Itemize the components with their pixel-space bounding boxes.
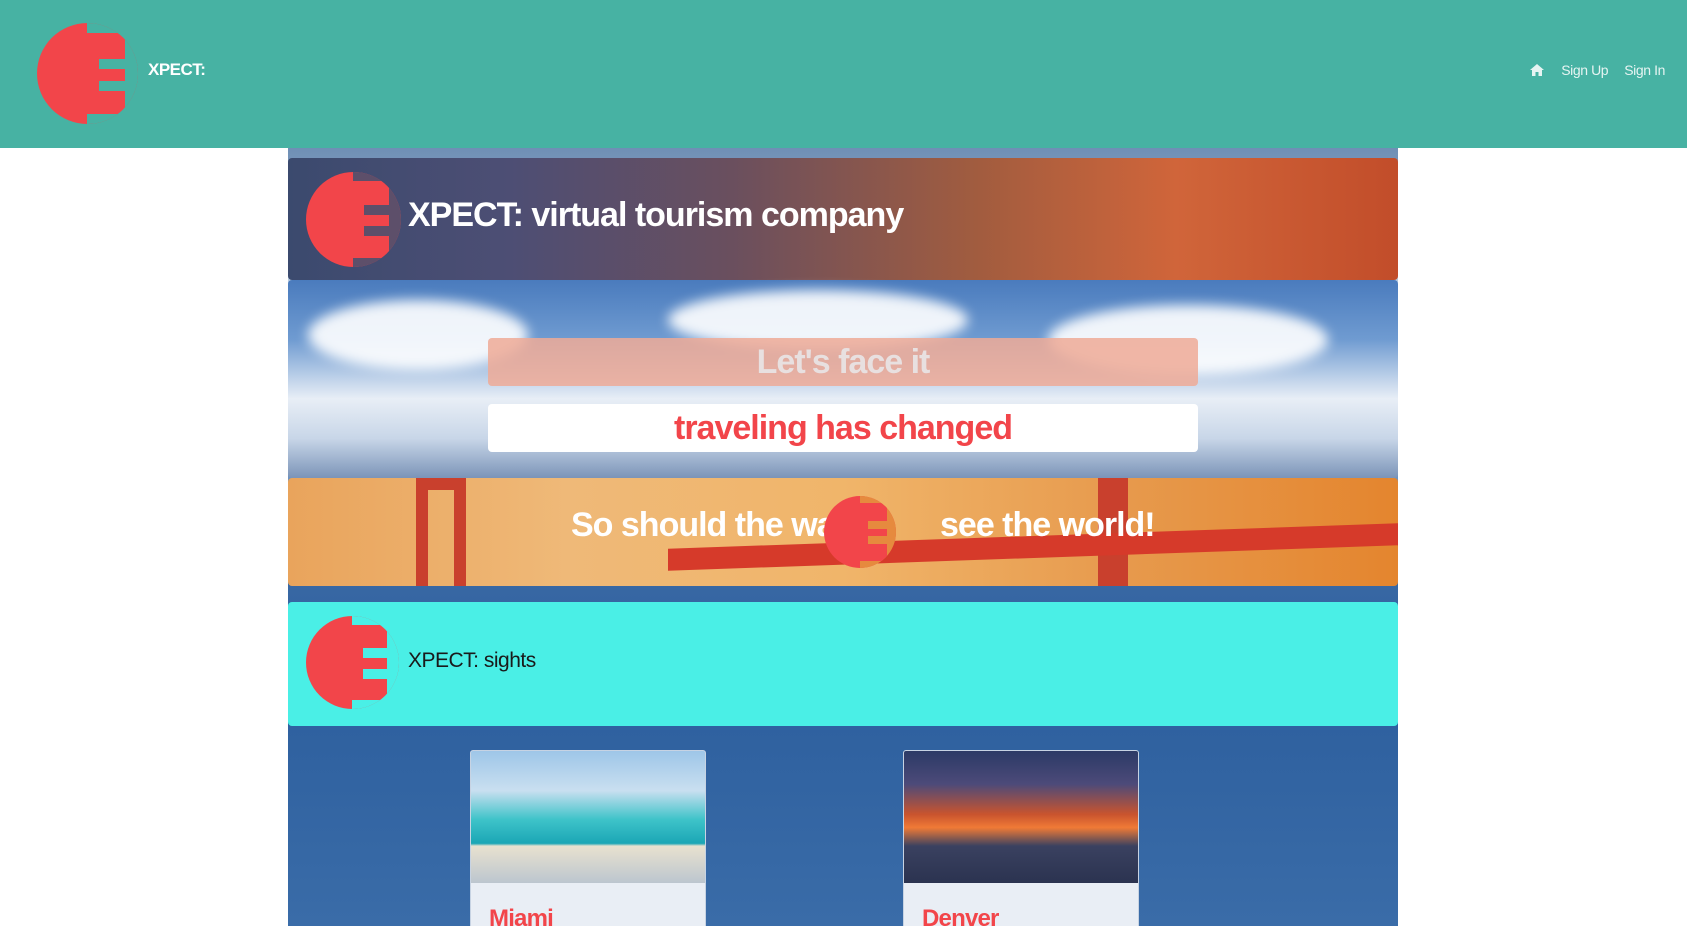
- top-navbar: XPECT: Sign Up Sign In: [0, 0, 1687, 148]
- tagline-box-1: Let's face it: [488, 338, 1198, 386]
- bridge-banner: So should the way w see the world!: [288, 478, 1398, 586]
- tagline-line-3-right: see the world!: [940, 506, 1156, 544]
- card-title: Miami: [489, 905, 554, 926]
- denver-image: [904, 751, 1138, 883]
- card-title: Denver: [922, 905, 999, 926]
- tagline-line-1: Let's face it: [756, 343, 931, 381]
- tagline-line-2: traveling has changed: [674, 409, 1013, 447]
- xpect-logo: [306, 172, 401, 267]
- sight-card-denver[interactable]: Denver: [903, 750, 1139, 926]
- xpect-logo: [306, 616, 399, 709]
- miami-image: [471, 751, 705, 883]
- sights-banner: XPECT: sights: [288, 602, 1398, 726]
- main-content: XPECT: virtual tourism company Let's fac…: [288, 148, 1398, 926]
- brand-name[interactable]: XPECT:: [148, 60, 206, 80]
- tagline-box-2: traveling has changed: [488, 404, 1198, 452]
- sights-cards: Miami Denver: [288, 726, 1398, 926]
- nav-links: Sign Up Sign In: [1529, 62, 1665, 78]
- tagline-banner: Let's face it traveling has changed: [288, 280, 1398, 478]
- hero-title: XPECT: virtual tourism company: [408, 196, 904, 234]
- sight-card-miami[interactable]: Miami: [470, 750, 706, 926]
- xpect-logo: [824, 496, 896, 568]
- sign-up-link[interactable]: Sign Up: [1561, 62, 1608, 78]
- sign-in-link[interactable]: Sign In: [1624, 62, 1665, 78]
- xpect-logo[interactable]: [37, 23, 138, 124]
- hero-title-banner: XPECT: virtual tourism company: [288, 158, 1398, 280]
- sights-title: XPECT: sights: [408, 649, 536, 672]
- home-icon[interactable]: [1529, 62, 1545, 78]
